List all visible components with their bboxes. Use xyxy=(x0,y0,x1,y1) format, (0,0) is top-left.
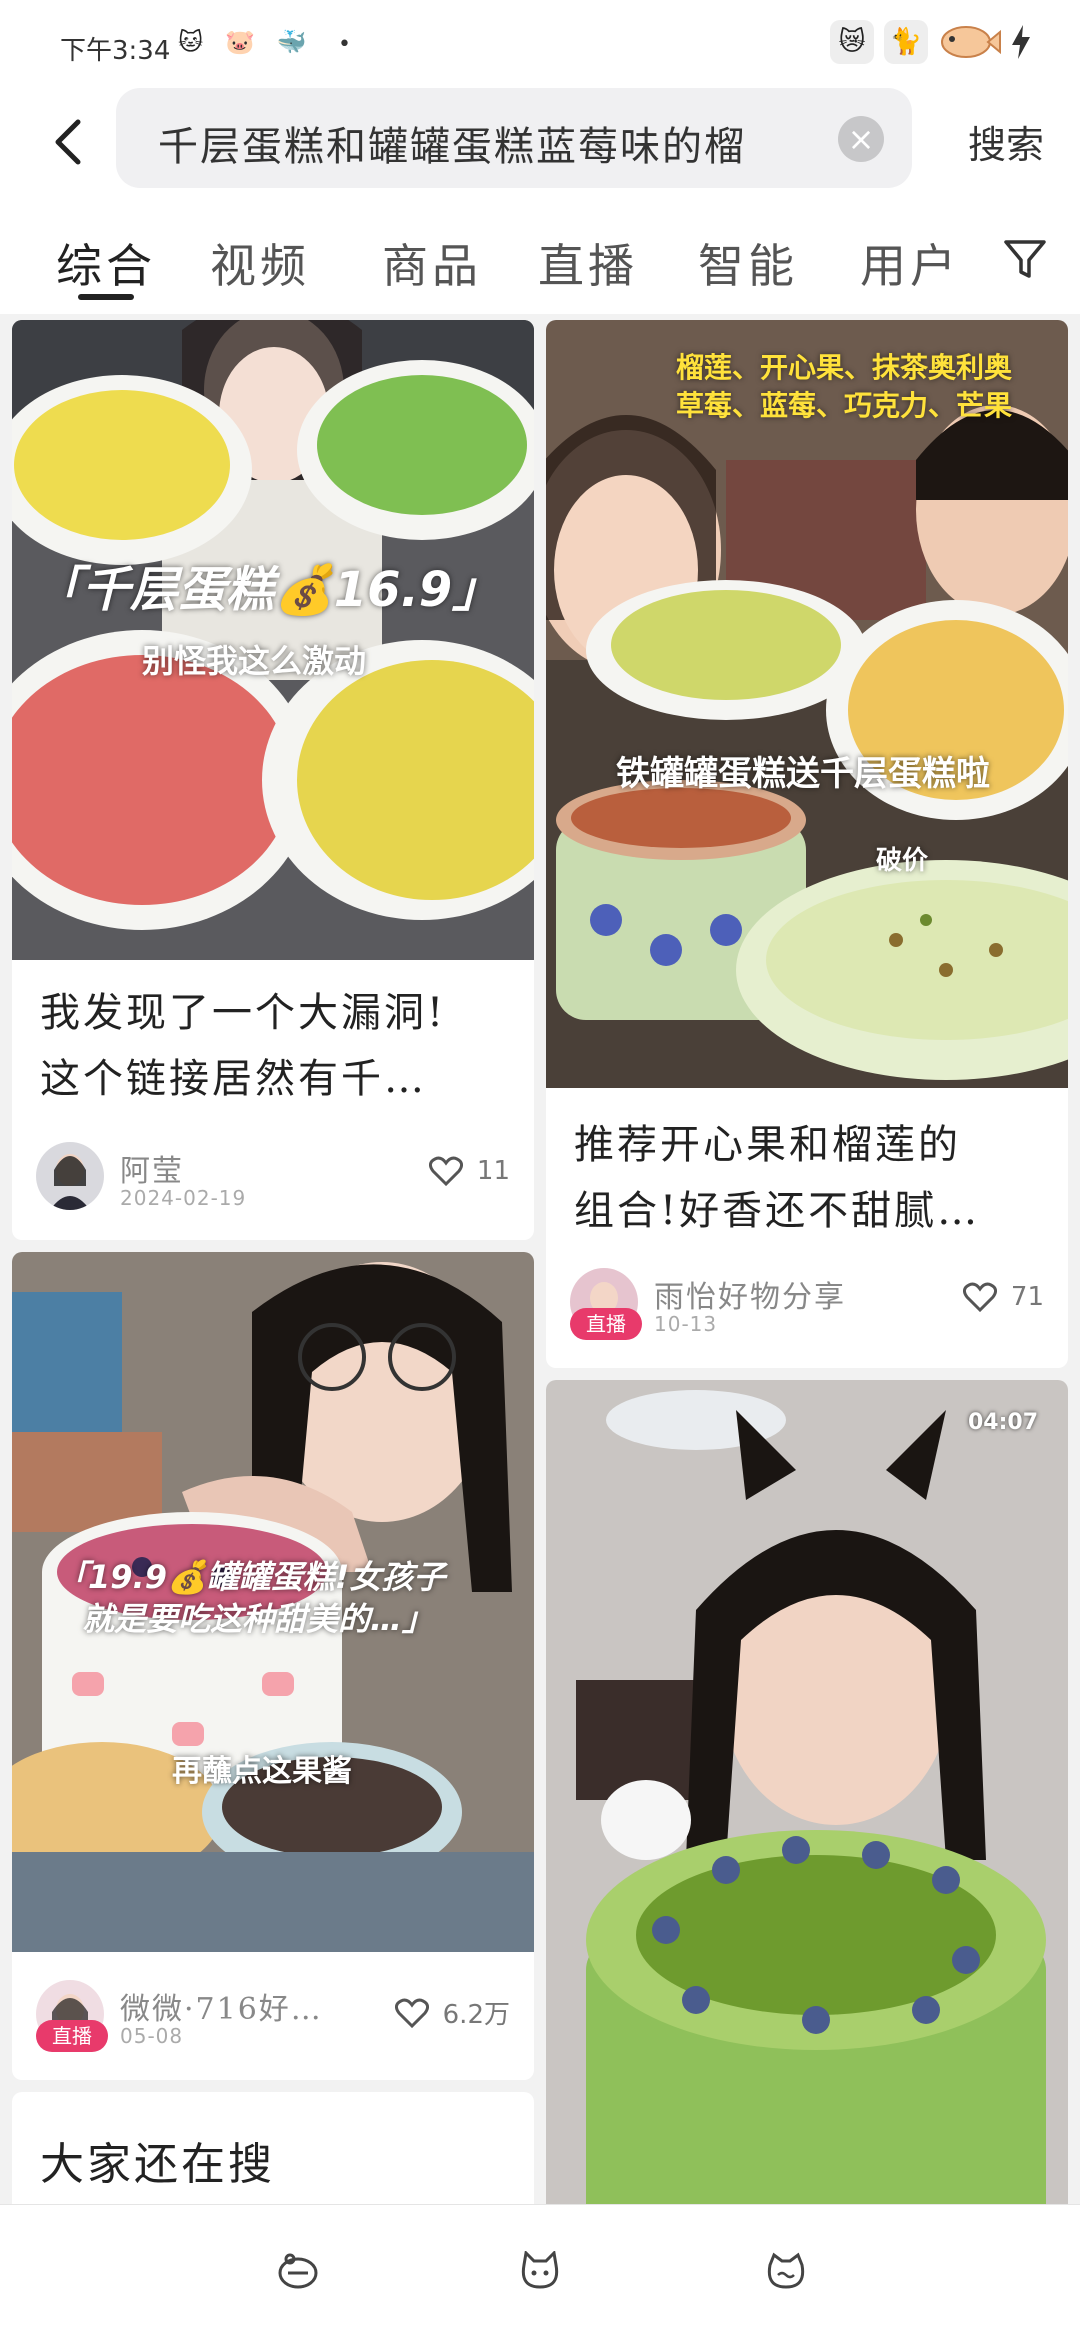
author-row[interactable]: 直播 雨怡好物分享 10-13 71 xyxy=(570,1268,1044,1340)
recent-apps-icon[interactable] xyxy=(276,2251,320,2291)
filter-icon[interactable] xyxy=(1000,234,1050,284)
search-header: 千层蛋糕和罐罐蛋糕蓝莓味的榴 × 搜索 xyxy=(0,84,1080,202)
search-results-feed: 「千层蛋糕💰16.9」 别怪我这么激动 我发现了一个大漏洞! 这个链接居然有千…… xyxy=(0,314,1080,2204)
fish-battery-icon xyxy=(941,26,1001,58)
live-badge: 直播 xyxy=(570,1308,642,1340)
search-submit-button[interactable]: 搜索 xyxy=(968,114,1044,169)
heart-icon xyxy=(394,1998,429,2028)
like-button[interactable]: 71 xyxy=(962,1282,1044,1312)
notification-icons: 🐱 🐷 🐳 xyxy=(178,28,307,56)
clear-search-button[interactable]: × xyxy=(838,116,884,162)
overlay-sub-caption: 别怪我这么激动 xyxy=(142,642,367,680)
system-icons: 😿 🐈 xyxy=(830,20,1030,64)
active-tab-indicator xyxy=(78,294,134,300)
like-count: 11 xyxy=(476,1156,510,1186)
like-count: 6.2万 xyxy=(442,2000,510,2030)
cat-notification-icon: 🐱 xyxy=(178,28,204,56)
author-name: 雨怡好物分享 xyxy=(654,1280,846,1315)
back-nav-icon[interactable] xyxy=(764,2251,808,2291)
post-title-line2: 组合!好香还不甜腻… xyxy=(574,1188,981,1234)
related-search-card: 大家还在搜 xyxy=(12,2092,534,2204)
overlay-sub-caption: 再蘸点这果酱 xyxy=(172,1754,352,1789)
overlay-caption-line1: 「19.9💰罐罐蛋糕!女孩子 xyxy=(56,1558,446,1596)
author-name: 阿莹 xyxy=(120,1154,184,1189)
status-bar: 下午3:34 🐱 🐷 🐳 • 😿 🐈 xyxy=(0,0,1080,84)
post-thumbnail: 「19.9💰罐罐蛋糕!女孩子 就是要吃这种甜美的…」 再蘸点这果酱 xyxy=(12,1252,534,1952)
like-button[interactable]: 11 xyxy=(428,1156,510,1186)
overlay-flavors-line2: 草莓、蓝莓、巧克力、芒果 xyxy=(676,389,1013,422)
tab-live[interactable]: 直播 xyxy=(538,230,638,296)
post-title-line1: 推荐开心果和榴莲的 xyxy=(574,1122,961,1168)
status-time: 下午3:34 xyxy=(60,36,171,66)
post-card[interactable]: 「19.9💰罐罐蛋糕!女孩子 就是要吃这种甜美的…」 再蘸点这果酱 直播 微微·… xyxy=(12,1252,534,2080)
post-thumbnail: 「千层蛋糕💰16.9」 别怪我这么激动 xyxy=(12,320,534,960)
like-button[interactable]: 6.2万 xyxy=(394,1994,510,2031)
home-cat-icon[interactable] xyxy=(518,2251,562,2291)
tab-products[interactable]: 商品 xyxy=(382,230,482,296)
search-input[interactable]: 千层蛋糕和罐罐蛋糕蓝莓味的榴 × xyxy=(116,88,912,188)
overlay-flavors-line1: 榴莲、开心果、抹茶奥利奥 xyxy=(676,351,1013,384)
tab-users[interactable]: 用户 xyxy=(860,230,960,296)
post-date: 05-08 xyxy=(120,2024,184,2048)
post-date: 2024-02-19 xyxy=(120,1186,247,1210)
avatar[interactable] xyxy=(36,1142,104,1210)
cake-photo xyxy=(546,320,1068,1088)
tab-video[interactable]: 视频 xyxy=(210,230,310,296)
status-dot: • xyxy=(338,32,351,57)
overlay-mid-caption: 铁罐罐蛋糕送千层蛋糕啦 xyxy=(616,754,990,794)
search-query-text[interactable]: 千层蛋糕和罐罐蛋糕蓝莓味的榴 xyxy=(158,114,818,172)
related-search-title: 大家还在搜 xyxy=(40,2139,275,2190)
cat-wifi-icon: 🐈 xyxy=(884,20,928,64)
back-arrow-icon xyxy=(55,119,81,165)
post-card[interactable]: 榴莲、开心果、抹茶奥利奥 草莓、蓝莓、巧克力、芒果 铁罐罐蛋糕送千层蛋糕啦 破价… xyxy=(546,320,1068,1368)
matcha-cake-photo xyxy=(546,1380,1068,2204)
bottom-nav xyxy=(0,2204,1080,2340)
video-card[interactable]: 04:07 xyxy=(546,1380,1068,2204)
overlay-caption-line2: 就是要吃这种甜美的…」 xyxy=(82,1600,435,1638)
video-thumbnail: 04:07 xyxy=(546,1380,1068,2204)
live-badge: 直播 xyxy=(36,2020,108,2052)
post-card[interactable]: 「千层蛋糕💰16.9」 别怪我这么激动 我发现了一个大漏洞! 这个链接居然有千…… xyxy=(12,320,534,1240)
heart-icon xyxy=(428,1156,463,1186)
author-row[interactable]: 直播 微微·716好… 05-08 6.2万 xyxy=(36,1980,510,2052)
back-button[interactable] xyxy=(36,110,100,174)
post-title-line2: 这个链接居然有千… xyxy=(40,1056,427,1102)
post-title-line1: 我发现了一个大漏洞! xyxy=(40,990,447,1036)
tab-smart[interactable]: 智能 xyxy=(698,230,798,296)
pig-notification-icon: 🐷 xyxy=(225,28,255,56)
cat-sim-icon: 😿 xyxy=(830,20,874,64)
overlay-price-tag: 破价 xyxy=(876,846,929,876)
post-date: 10-13 xyxy=(654,1312,718,1336)
charging-icon xyxy=(1012,25,1030,59)
post-thumbnail: 榴莲、开心果、抹茶奥利奥 草莓、蓝莓、巧克力、芒果 铁罐罐蛋糕送千层蛋糕啦 破价 xyxy=(546,320,1068,1088)
tab-comprehensive[interactable]: 综合 xyxy=(56,230,156,296)
category-tabs: 综合 视频 商品 直播 智能 用户 xyxy=(0,202,1080,314)
overlay-main-caption: 「千层蛋糕💰16.9」 xyxy=(34,562,501,618)
author-row[interactable]: 阿莹 2024-02-19 11 xyxy=(36,1142,510,1214)
video-duration: 04:07 xyxy=(967,1410,1038,1435)
heart-icon xyxy=(962,1282,997,1312)
author-name: 微微·716好… xyxy=(120,1992,323,2027)
app-notification-icon: 🐳 xyxy=(276,28,307,56)
like-count: 71 xyxy=(1010,1282,1044,1312)
